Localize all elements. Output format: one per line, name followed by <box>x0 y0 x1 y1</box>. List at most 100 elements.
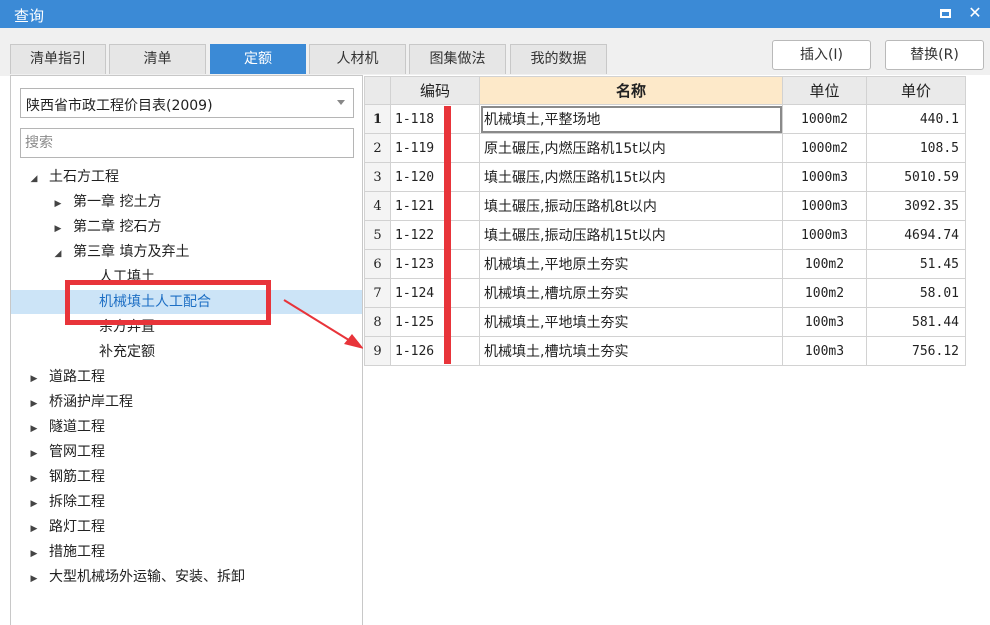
tree-item[interactable]: ▶ 桥涵护岸工程 <box>11 390 362 414</box>
tree-item[interactable]: ▶ 第二章 挖石方 <box>11 215 362 239</box>
maximize-icon[interactable] <box>934 2 956 24</box>
name-cell[interactable]: 机械填土,平地填土夯实 <box>479 307 783 337</box>
unit-cell[interactable]: 100m2 <box>782 278 867 308</box>
row-number[interactable]: 3 <box>364 162 391 192</box>
name-cell[interactable]: 原土碾压,内燃压路机15t以内 <box>479 133 783 163</box>
price-cell[interactable]: 51.45 <box>866 249 966 279</box>
search-input[interactable] <box>20 128 354 158</box>
expand-arrow-icon[interactable]: ▶ <box>51 217 65 241</box>
tree-item[interactable]: ▶ 管网工程 <box>11 440 362 464</box>
expand-arrow-icon[interactable]: ▶ <box>27 517 41 541</box>
code-cell[interactable]: 1-119 <box>390 133 480 163</box>
corner-cell <box>364 76 391 105</box>
column-header-code[interactable]: 编码 <box>390 76 480 105</box>
unit-cell[interactable]: 1000m3 <box>782 162 867 192</box>
tree-item-label: 第一章 挖土方 <box>73 194 162 210</box>
table-row[interactable]: 8 1-125 机械填土,平地填土夯实 100m3 581.44 <box>364 307 966 337</box>
tree-item[interactable]: ◢ 土石方工程 <box>11 165 362 189</box>
insert-button[interactable]: 插入(I) <box>772 40 871 70</box>
table-row[interactable]: 1 1-118 机械填土,平整场地 1000m2 440.1 <box>364 104 966 134</box>
price-cell[interactable]: 581.44 <box>866 307 966 337</box>
price-list-dropdown[interactable]: 陕西省市政工程价目表(2009) <box>20 88 354 118</box>
expand-arrow-icon[interactable]: ▶ <box>27 442 41 466</box>
tree-item[interactable]: ▶ 大型机械场外运输、安装、拆卸 <box>11 565 362 589</box>
tab-labor-material-machine[interactable]: 人材机 <box>309 44 406 74</box>
tree-item[interactable]: ▶ 第一章 挖土方 <box>11 190 362 214</box>
row-number[interactable]: 7 <box>364 278 391 308</box>
name-cell[interactable]: 填土碾压,内燃压路机15t以内 <box>479 162 783 192</box>
code-cell[interactable]: 1-123 <box>390 249 480 279</box>
tree-item[interactable]: ▶ 道路工程 <box>11 365 362 389</box>
table-row[interactable]: 4 1-121 填土碾压,振动压路机8t以内 1000m3 3092.35 <box>364 191 966 221</box>
code-cell[interactable]: 1-118 <box>390 104 480 134</box>
table-row[interactable]: 6 1-123 机械填土,平地原土夯实 100m2 51.45 <box>364 249 966 279</box>
code-cell[interactable]: 1-124 <box>390 278 480 308</box>
price-cell[interactable]: 3092.35 <box>866 191 966 221</box>
row-number[interactable]: 5 <box>364 220 391 250</box>
code-cell[interactable]: 1-121 <box>390 191 480 221</box>
row-number[interactable]: 9 <box>364 336 391 366</box>
row-number[interactable]: 6 <box>364 249 391 279</box>
code-cell[interactable]: 1-120 <box>390 162 480 192</box>
name-cell[interactable]: 机械填土,平整场地 <box>479 104 783 134</box>
code-cell[interactable]: 1-126 <box>390 336 480 366</box>
name-cell[interactable]: 机械填土,槽坑填土夯实 <box>479 336 783 366</box>
name-cell[interactable]: 机械填土,平地原土夯实 <box>479 249 783 279</box>
row-number[interactable]: 4 <box>364 191 391 221</box>
column-header-price[interactable]: 单价 <box>866 76 966 105</box>
table-row[interactable]: 7 1-124 机械填土,槽坑原土夯实 100m2 58.01 <box>364 278 966 308</box>
expand-arrow-icon[interactable]: ▶ <box>27 567 41 591</box>
unit-cell[interactable]: 1000m3 <box>782 191 867 221</box>
tree-item[interactable]: ◢ 第三章 填方及弃土 <box>11 240 362 264</box>
unit-cell[interactable]: 100m3 <box>782 336 867 366</box>
name-cell[interactable]: 填土碾压,振动压路机15t以内 <box>479 220 783 250</box>
price-cell[interactable]: 440.1 <box>866 104 966 134</box>
tree-item[interactable]: ▶ 路灯工程 <box>11 515 362 539</box>
tree-item-label: 第二章 挖石方 <box>73 219 162 235</box>
tree-item-label: 第三章 填方及弃土 <box>73 244 190 260</box>
table-row[interactable]: 5 1-122 填土碾压,振动压路机15t以内 1000m3 4694.74 <box>364 220 966 250</box>
expand-arrow-icon[interactable]: ▶ <box>51 192 65 216</box>
expand-arrow-icon[interactable]: ▶ <box>27 542 41 566</box>
tree-item[interactable]: ▶ 措施工程 <box>11 540 362 564</box>
expand-arrow-icon[interactable]: ▶ <box>27 492 41 516</box>
table-row[interactable]: 2 1-119 原土碾压,内燃压路机15t以内 1000m2 108.5 <box>364 133 966 163</box>
tree-item[interactable]: ▶ 钢筋工程 <box>11 465 362 489</box>
code-cell[interactable]: 1-125 <box>390 307 480 337</box>
column-header-unit[interactable]: 单位 <box>782 76 867 105</box>
collapse-arrow-icon[interactable]: ◢ <box>27 167 41 191</box>
tab-bill-guide[interactable]: 清单指引 <box>10 44 106 74</box>
price-cell[interactable]: 5010.59 <box>866 162 966 192</box>
unit-cell[interactable]: 1000m2 <box>782 133 867 163</box>
tree-item[interactable]: ▶ 隧道工程 <box>11 415 362 439</box>
code-cell[interactable]: 1-122 <box>390 220 480 250</box>
collapse-arrow-icon[interactable]: ◢ <box>51 242 65 266</box>
expand-arrow-icon[interactable]: ▶ <box>27 467 41 491</box>
column-header-name[interactable]: 名称 <box>479 76 783 105</box>
expand-arrow-icon[interactable]: ▶ <box>27 417 41 441</box>
tab-bill[interactable]: 清单 <box>109 44 206 74</box>
close-icon[interactable]: ✕ <box>964 2 986 24</box>
table-row[interactable]: 9 1-126 机械填土,槽坑填土夯实 100m3 756.12 <box>364 336 966 366</box>
row-number[interactable]: 2 <box>364 133 391 163</box>
price-cell[interactable]: 756.12 <box>866 336 966 366</box>
name-cell[interactable]: 机械填土,槽坑原土夯实 <box>479 278 783 308</box>
unit-cell[interactable]: 100m2 <box>782 249 867 279</box>
tree-item[interactable]: ▶ 拆除工程 <box>11 490 362 514</box>
expand-arrow-icon[interactable]: ▶ <box>27 392 41 416</box>
tab-atlas-method[interactable]: 图集做法 <box>409 44 506 74</box>
price-cell[interactable]: 108.5 <box>866 133 966 163</box>
row-number[interactable]: 8 <box>364 307 391 337</box>
unit-cell[interactable]: 1000m2 <box>782 104 867 134</box>
replace-button[interactable]: 替换(R) <box>885 40 984 70</box>
unit-cell[interactable]: 1000m3 <box>782 220 867 250</box>
row-number[interactable]: 1 <box>364 104 391 134</box>
table-row[interactable]: 3 1-120 填土碾压,内燃压路机15t以内 1000m3 5010.59 <box>364 162 966 192</box>
tab-my-data[interactable]: 我的数据 <box>510 44 607 74</box>
price-cell[interactable]: 4694.74 <box>866 220 966 250</box>
tab-quota[interactable]: 定额 <box>210 44 306 74</box>
price-cell[interactable]: 58.01 <box>866 278 966 308</box>
name-cell[interactable]: 填土碾压,振动压路机8t以内 <box>479 191 783 221</box>
unit-cell[interactable]: 100m3 <box>782 307 867 337</box>
expand-arrow-icon[interactable]: ▶ <box>27 367 41 391</box>
